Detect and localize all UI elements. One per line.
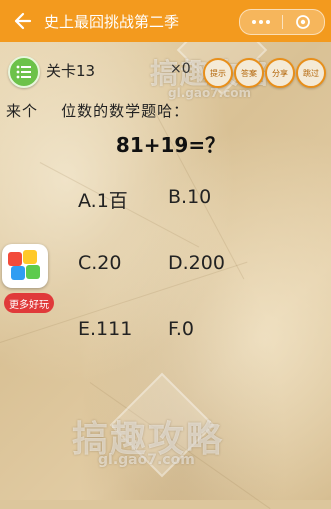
watermark-site-top: gl.gao7.com	[168, 86, 251, 100]
list-icon	[16, 65, 31, 79]
option-c[interactable]: C.20	[78, 252, 121, 274]
more-games-label[interactable]: 更多好玩	[4, 293, 54, 313]
more-menu-icon[interactable]	[240, 20, 282, 24]
top-bar: 史上最囧挑战第二季	[0, 0, 331, 42]
mini-program-capsule	[239, 9, 325, 35]
watermark-site-bottom: gl.gao7.com	[98, 452, 195, 468]
question-prompt: 来个 位数的数学题哈：	[6, 102, 190, 120]
skip-button[interactable]: 跳过	[296, 58, 326, 88]
option-a[interactable]: A.1百	[78, 186, 128, 213]
option-d[interactable]: D.200	[168, 252, 225, 274]
back-arrow-icon[interactable]	[12, 11, 32, 31]
option-f[interactable]: F.0	[168, 318, 194, 340]
page-title: 史上最囧挑战第二季	[44, 12, 180, 31]
hint-button[interactable]: 提示	[203, 58, 233, 88]
option-b[interactable]: B.10	[168, 186, 211, 208]
question-equation: 81+19=？	[115, 133, 226, 157]
level-list-button[interactable]	[8, 56, 40, 88]
close-target-icon[interactable]	[282, 14, 324, 30]
share-button[interactable]: 分享	[265, 58, 295, 88]
multiplier-text: ×0	[170, 61, 191, 77]
game-cube-icon[interactable]	[2, 244, 48, 288]
option-e[interactable]: E.111	[78, 318, 132, 340]
answer-button[interactable]: 答案	[234, 58, 264, 88]
level-label: 关卡13	[46, 62, 96, 80]
